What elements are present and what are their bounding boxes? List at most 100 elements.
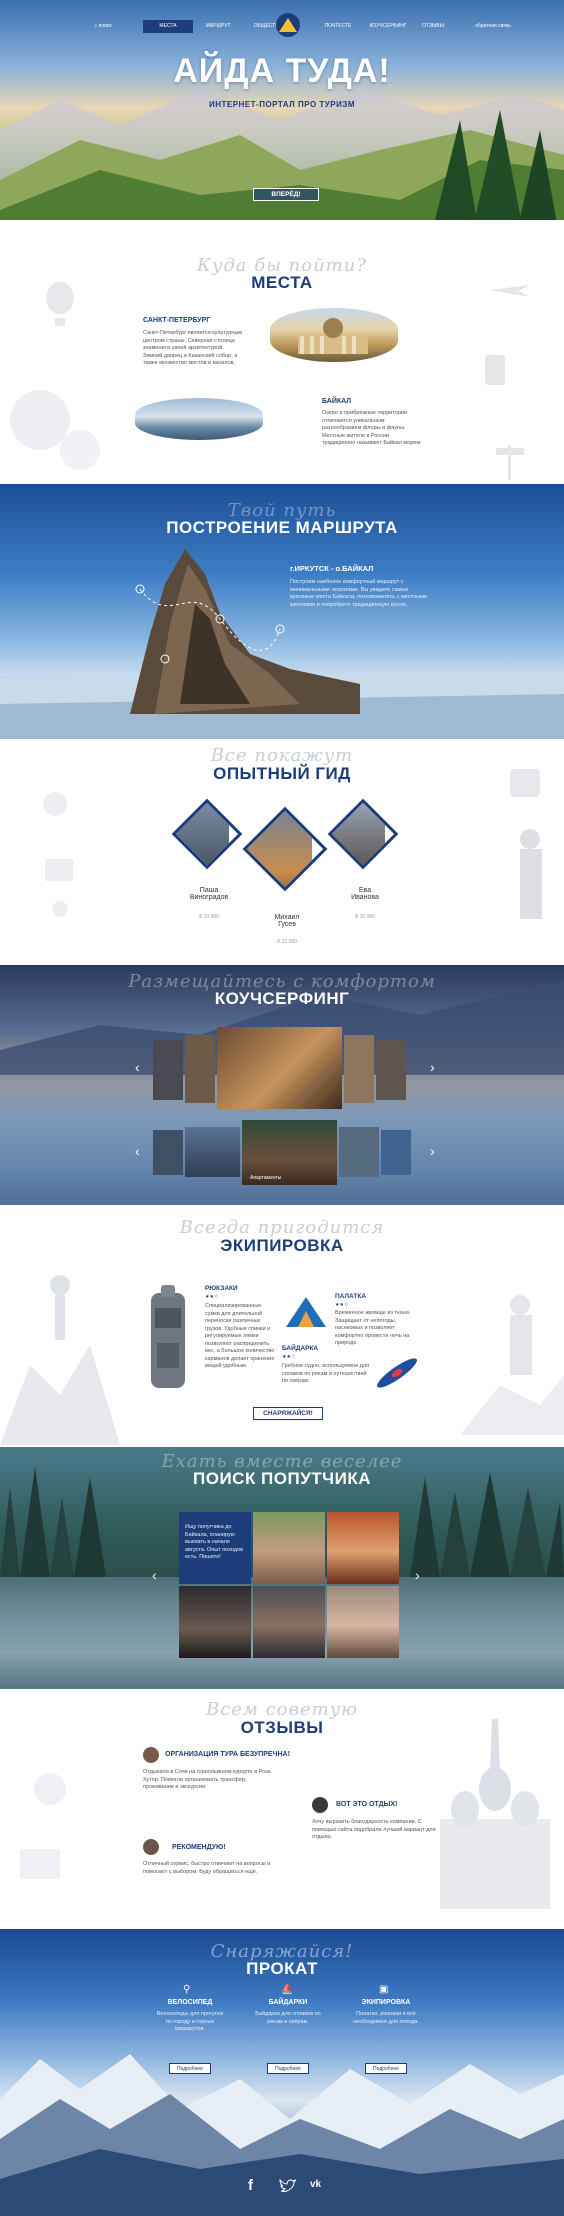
vk-icon[interactable]: vk: [310, 2179, 321, 2190]
chevron-right-icon-3[interactable]: ›: [415, 1567, 420, 1583]
search-icon: ⌕: [94, 23, 98, 29]
house-photo-main[interactable]: Апартаменты: [242, 1120, 337, 1185]
signpost-icon: [496, 445, 524, 480]
travel-doodles: [43, 792, 73, 917]
route-title: г.ИРКУТСК - о.БАЙКАЛ: [290, 564, 374, 573]
prokat-title: ПРОКАТ: [246, 1959, 318, 1978]
chevron-left-icon-3[interactable]: ‹: [152, 1567, 157, 1583]
nav-item-pochteste[interactable]: ПОЧТЕСТЕ: [313, 20, 363, 33]
otzyv-section: Всем советую ОТЗЫВЫ ОРГАНИЗАЦИЯ ТУРА БЕЗ…: [0, 1689, 564, 1929]
tent-image: [286, 1297, 326, 1327]
prokat-item3-text: Палатки, рюкзаки и всё необходимое для п…: [353, 2011, 419, 2025]
item2-rating-icon: ★★☆: [335, 1302, 349, 1308]
avatar: [143, 1747, 159, 1763]
poisk-title: ПОИСК ПОПУТЧИКА: [193, 1469, 371, 1488]
avatar: [312, 1797, 328, 1813]
prokat-item3-button[interactable]: Подробнее: [365, 2063, 407, 2074]
chevron-left-icon-2[interactable]: ‹: [135, 1143, 140, 1159]
place1-text: Санкт-Петербург является культурным цент…: [143, 330, 243, 366]
review1-title: ОРГАНИЗАЦИЯ ТУРА БЕЗУПРЕЧНА!: [165, 1751, 290, 1758]
item1-text: Специализированные сумки для длительной …: [205, 1303, 275, 1369]
kouch-title: КОУЧСЕРФИНГ: [214, 989, 350, 1008]
prokat-section: Снаряжайся! ПРОКАТ ⚲ ВЕЛОСИПЕД Велосипед…: [0, 1929, 564, 2216]
prokat-item3-title: ЭКИПИРОВКА: [361, 1999, 411, 2006]
room-photo-4[interactable]: [376, 1040, 406, 1100]
backpack-image: [151, 1285, 185, 1388]
poisk-card-text[interactable]: Ищу попутчика до Байкала, планирую выеха…: [179, 1512, 251, 1584]
nav-item-marshrut[interactable]: МАРШРУТ: [193, 20, 243, 33]
guide2-price: ₽ 12 000: [277, 939, 297, 945]
mesta-title: МЕСТА: [251, 273, 313, 292]
gid-section: Все покажут ОПЫТНЫЙ ГИД Паша Виноградов …: [0, 739, 564, 965]
item3-title: БАЙДАРКА: [282, 1345, 319, 1352]
route-text: Построим наиболее комфортный маршрут с м…: [290, 579, 427, 608]
otzyv-script: Всем советую: [205, 1699, 358, 1720]
item1-rating-icon: ★★☆: [205, 1294, 219, 1300]
place1-photo: [270, 308, 398, 362]
prokat-item2-button[interactable]: Подробнее: [267, 2063, 309, 2074]
room-photo-2[interactable]: [185, 1035, 215, 1103]
balloon-icon: [46, 282, 74, 326]
guide3-price: ₽ 10 000: [355, 914, 375, 920]
item2-text: Временное жилище из ткани. Защищает от н…: [335, 1310, 411, 1346]
chevron-left-icon[interactable]: ‹: [135, 1059, 140, 1075]
chevron-right-icon-2[interactable]: ›: [430, 1143, 435, 1159]
chevron-right-icon[interactable]: ›: [430, 1059, 435, 1075]
hero-go-button[interactable]: ВПЕРЁД!: [253, 188, 319, 201]
house-photo-2[interactable]: [185, 1127, 240, 1177]
ekip-button[interactable]: СНАРЯЖАЙСЯ!: [253, 1407, 323, 1420]
prokat-item2-title: БАЙДАРКИ: [268, 1999, 308, 2006]
phone-icon: [485, 355, 505, 385]
otzyv-title: ОТЗЫВЫ: [240, 1718, 324, 1737]
facebook-icon[interactable]: f: [248, 2177, 253, 2194]
hero-title: АЙДА ТУДА!: [173, 52, 391, 90]
twitter-icon[interactable]: [279, 2179, 297, 2194]
guide3-photo[interactable]: [327, 798, 399, 870]
route-path-icons: [135, 584, 285, 664]
bicycle-icon: ⚲: [183, 1984, 191, 1995]
house-photo-1[interactable]: [153, 1130, 183, 1175]
review3-title: РЕКОМЕНДУЮ!: [172, 1844, 226, 1851]
nav-item-kouchserfing[interactable]: КОУЧСЕРФИНГ: [363, 20, 413, 33]
poisk-section: Ехать вместе веселее ПОИСК ПОПУТЧИКА Ищу…: [0, 1447, 564, 1689]
prokat-item1-text: Велосипеды для прогулок по городу и горн…: [156, 2011, 224, 2032]
room-photo-1[interactable]: [153, 1040, 183, 1100]
traveler-photo-4[interactable]: [253, 1586, 325, 1658]
climber-silhouette: [0, 1275, 120, 1445]
prokat-item1-button[interactable]: Подробнее: [169, 2063, 211, 2074]
house-photo-4[interactable]: [381, 1130, 411, 1175]
review3-text: Отличный сервис, быстро отвечают на вопр…: [143, 1861, 271, 1875]
nav-item-mesta[interactable]: МЕСТА: [143, 20, 193, 33]
traveler-photo-2[interactable]: [327, 1512, 399, 1584]
item3-rating-icon: ★★☆: [282, 1354, 296, 1360]
guide1-photo[interactable]: [171, 798, 243, 870]
room-photo-3[interactable]: [344, 1035, 374, 1103]
nav-item-otzyvy[interactable]: ОТЗЫВЫ: [413, 20, 453, 33]
house-caption: Апартаменты: [250, 1175, 282, 1181]
doodle-decoration: [20, 1773, 66, 1879]
logo-icon[interactable]: [274, 12, 302, 42]
item2-title: ПАЛАТКА: [335, 1293, 367, 1300]
hiker-right-silhouette: [460, 1295, 564, 1435]
review2-title: ВОТ ЭТО ОТДЫХ!: [336, 1801, 398, 1808]
house-photo-3[interactable]: [339, 1127, 379, 1177]
cathedral-silhouette: [440, 1719, 550, 1909]
marshrut-section: Твой путь ПОСТРОЕНИЕ МАРШРУТА г.ИРКУТСК …: [0, 484, 564, 739]
gid-script: Все покажут: [210, 745, 354, 766]
backpack-icon: ▣: [379, 1984, 389, 1995]
room-photo-main[interactable]: [217, 1027, 342, 1109]
guide2-photo[interactable]: [242, 806, 328, 892]
plane-icon: [490, 285, 530, 297]
item3-text: Гребное судно, используемое для сплавов …: [282, 1363, 370, 1384]
traveler-photo-5[interactable]: [327, 1586, 399, 1658]
prokat-item1-title: ВЕЛОСИПЕД: [167, 1999, 213, 2006]
kayak-image: [377, 1358, 417, 1388]
search-input[interactable]: ⌕ поиск: [73, 20, 133, 33]
traveler-photo-1[interactable]: [253, 1512, 325, 1584]
review1-text: Отдыхали в Сочи на горнолыжном курорте в…: [143, 1769, 271, 1790]
guide3-name: Ева Иванова: [351, 887, 379, 901]
place2-title: БАЙКАЛ: [322, 398, 352, 405]
kayak-icon: ⛵: [281, 1984, 294, 1995]
callback-link[interactable]: обратная связь: [463, 20, 523, 33]
traveler-photo-3[interactable]: [179, 1586, 251, 1658]
